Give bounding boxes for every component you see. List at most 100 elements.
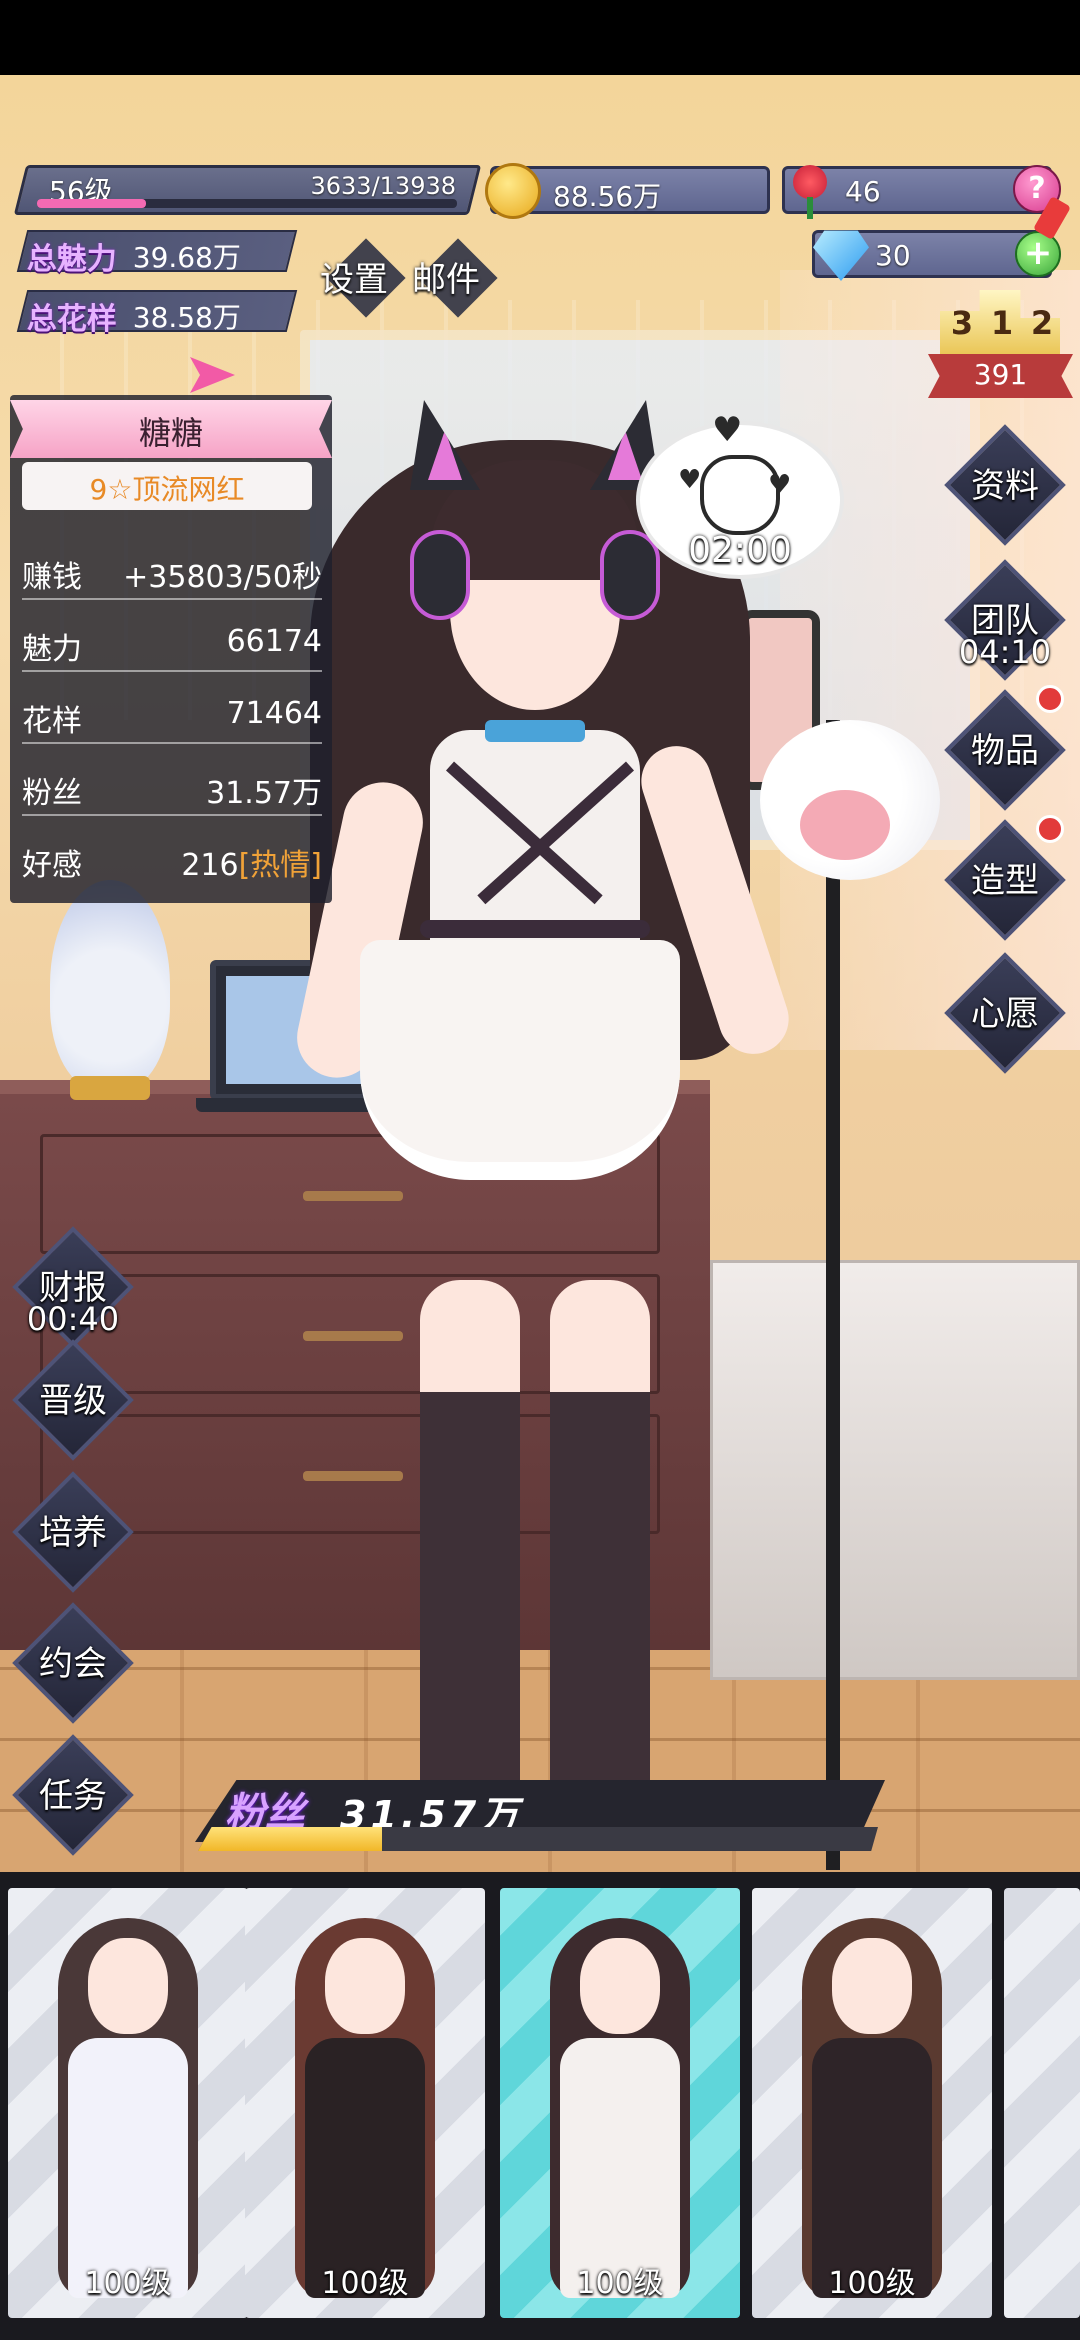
affection-state: [热情]	[238, 848, 322, 883]
mail-button[interactable]: 邮件	[412, 252, 480, 301]
roster-card[interactable]: 100级	[8, 1888, 248, 2318]
items-button[interactable]: 物品	[940, 685, 1070, 815]
notification-dot	[1036, 815, 1064, 843]
game-screen: 56级 3633/13938 88.56万 46 ? 30 + 总魅力 39.6…	[0, 0, 1080, 2340]
notification-dot	[1036, 685, 1064, 713]
button-label: 晋级	[39, 1381, 107, 1421]
stat-value: 71464	[226, 696, 322, 731]
coin-counter[interactable]: 88.56万	[485, 163, 770, 219]
total-charm: 总魅力 39.68万	[16, 230, 298, 277]
total-style: 总花样 38.58万	[16, 290, 298, 337]
train-button[interactable]: 培养	[8, 1467, 138, 1597]
storage-box	[710, 1260, 1080, 1680]
wish-button[interactable]: 心愿	[940, 948, 1070, 1078]
team-timer: 04:10	[958, 633, 1052, 671]
stat-key: 粉丝	[22, 776, 82, 811]
profile-button[interactable]: 资料	[940, 420, 1070, 550]
character-apron	[360, 940, 680, 1180]
stat-value: +35803/50秒	[123, 560, 322, 595]
roster-card-selected[interactable]: 100级	[500, 1888, 740, 2318]
total-charm-label: 总魅力	[26, 242, 117, 277]
finance-report-button[interactable]: 财报 00:40	[8, 1222, 138, 1352]
stat-row-income: 赚钱 +35803/50秒	[22, 540, 322, 600]
xp-fill	[37, 199, 147, 208]
heart-icon: ♥	[712, 410, 743, 450]
podium-second: 2	[1030, 304, 1054, 342]
coin-icon	[485, 163, 541, 219]
character-leg	[550, 1280, 650, 1840]
stat-value: 31.57万	[206, 776, 322, 811]
date-button[interactable]: 约会	[8, 1598, 138, 1728]
fans-progress-fill	[198, 1827, 382, 1851]
character-model[interactable]	[289, 400, 798, 1880]
rank-value: 391	[973, 358, 1028, 391]
rose-icon	[785, 161, 835, 221]
affection-number: 216	[181, 848, 239, 883]
roster-card[interactable]: 100级	[245, 1888, 485, 2318]
add-diamond-button[interactable]: +	[1015, 231, 1061, 277]
bubble-timer: 02:00	[688, 530, 792, 571]
card-face	[832, 1938, 912, 2034]
stat-key: 魅力	[22, 632, 82, 667]
button-label: 造型	[971, 861, 1039, 901]
card-level: 100级	[321, 2266, 409, 2301]
button-label: 心愿	[971, 994, 1039, 1034]
outfit-button[interactable]: 造型	[940, 815, 1070, 945]
button-label: 约会	[39, 1644, 107, 1684]
tasks-button[interactable]: 任务	[8, 1730, 138, 1860]
card-face	[325, 1938, 405, 2034]
roster-card[interactable]: 100级	[752, 1888, 992, 2318]
plush-toy-accent	[800, 790, 890, 860]
settings-button[interactable]: 设置	[320, 252, 388, 301]
button-label: 培养	[39, 1513, 107, 1553]
team-button[interactable]: 团队 04:10	[940, 555, 1070, 685]
stat-row-fans: 粉丝 31.57万	[22, 756, 322, 816]
character-leg	[420, 1280, 520, 1840]
character-title: 9☆顶流网红	[89, 473, 245, 506]
button-label: 任务	[39, 1776, 107, 1816]
level-bar[interactable]: 56级 3633/13938	[13, 165, 482, 215]
roster-card-partial[interactable]	[1004, 1888, 1080, 2318]
button-label: 资料	[971, 466, 1039, 506]
total-charm-value: 39.68万	[132, 241, 241, 274]
diamond-counter[interactable]: 30 +	[812, 196, 1072, 281]
finger-heart-icon	[700, 455, 780, 535]
stat-key: 花样	[22, 704, 82, 739]
finance-timer: 00:40	[26, 1300, 120, 1338]
rose-counter[interactable]: 46 ?	[782, 165, 1061, 219]
character-choker	[485, 720, 585, 742]
total-style-label: 总花样	[26, 302, 117, 337]
promote-button[interactable]: 晋级	[8, 1335, 138, 1465]
card-background	[1004, 1888, 1080, 2318]
card-level: 100级	[576, 2266, 664, 2301]
rank-badge[interactable]: 3 1 2 391	[928, 290, 1073, 410]
coin-value: 88.56万	[553, 180, 662, 213]
headphone-cup	[410, 530, 470, 620]
podium-first: 1	[990, 304, 1014, 342]
stat-key: 好感	[22, 848, 82, 883]
xp-text: 3633/13938	[310, 172, 456, 200]
heart-icon: ♥	[678, 465, 702, 495]
card-level: 100级	[84, 2266, 172, 2301]
podium-numbers: 3 1 2	[942, 304, 1062, 342]
stat-key: 赚钱	[22, 560, 82, 595]
affection-value: 216[热情]	[181, 840, 322, 884]
stat-row-charm: 魅力 66174	[22, 612, 322, 672]
card-face	[88, 1938, 168, 2034]
vase	[50, 880, 170, 1100]
stat-row-affection: 好感 216[热情]	[22, 828, 322, 888]
diamond-value: 30	[875, 239, 911, 272]
card-face	[580, 1938, 660, 2034]
button-label: 物品	[971, 731, 1039, 771]
fans-progress-track	[198, 1827, 878, 1851]
rose-value: 46	[845, 175, 881, 208]
card-level: 100级	[828, 2266, 916, 2301]
stat-row-style: 花样 71464	[22, 684, 322, 744]
stat-value: 66174	[226, 624, 322, 659]
total-style-value: 38.58万	[132, 301, 241, 334]
character-name: 糖糖	[138, 414, 203, 452]
xp-track	[37, 199, 457, 208]
character-belt	[420, 920, 650, 938]
diamond-icon	[813, 230, 869, 281]
podium-third: 3	[950, 304, 974, 342]
